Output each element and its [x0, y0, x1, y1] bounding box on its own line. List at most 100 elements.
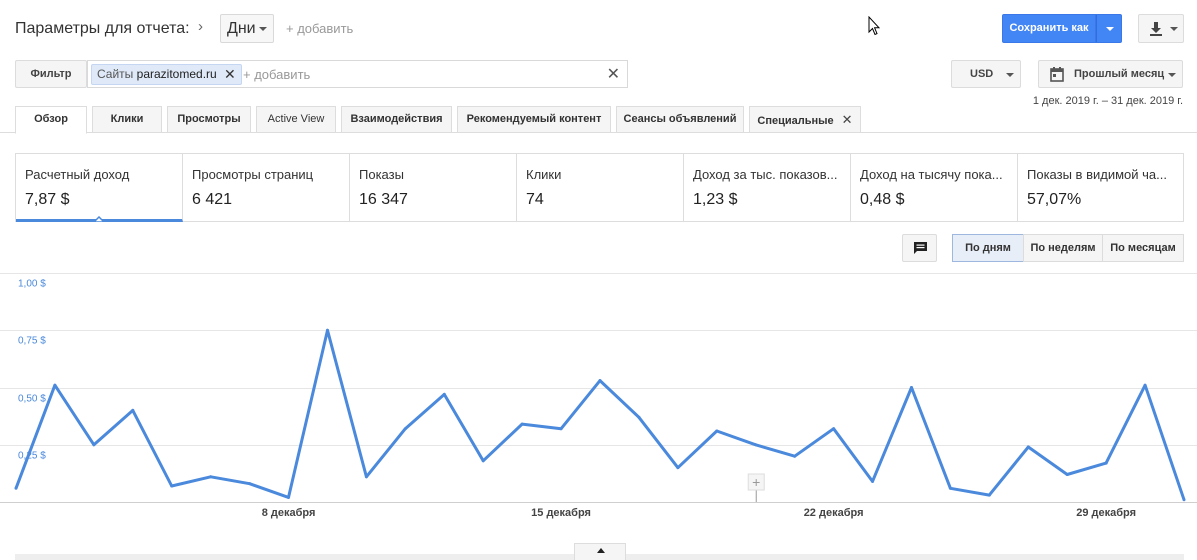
selected-notch-icon	[94, 216, 104, 222]
tab-views[interactable]: Просмотры	[167, 106, 251, 133]
y-tick-label: 0,25 $	[18, 451, 46, 462]
metric-value: 16 347	[359, 191, 408, 208]
metric-label: Показы в видимой ча...	[1027, 167, 1167, 182]
data-point	[520, 422, 524, 426]
caret-down-icon	[1168, 73, 1176, 77]
metric-label: Доход за тыс. показов...	[693, 167, 838, 182]
data-point	[442, 392, 446, 396]
data-point	[715, 429, 719, 433]
x-tick-label: 29 декабря	[1076, 507, 1136, 519]
metric-value: 57,07%	[1027, 191, 1082, 208]
chevron-right-icon: ›	[198, 18, 203, 35]
filter-chip-prefix: Сайты	[97, 67, 134, 81]
by-week-button[interactable]: По неделям	[1023, 234, 1103, 262]
tab-active-view[interactable]: Active View	[256, 106, 336, 133]
metrics-panel: Расчетный доход 7,87 $ Просмотры страниц…	[15, 153, 1184, 222]
tab-recommended-content[interactable]: Рекомендуемый контент	[457, 106, 611, 133]
currency-dropdown[interactable]: USD	[951, 60, 1021, 88]
caret-down-icon	[1006, 73, 1014, 77]
y-tick-label: 1,00 $	[18, 279, 46, 290]
download-button[interactable]	[1138, 14, 1184, 43]
data-point	[793, 454, 797, 458]
granularity-dropdown[interactable]: Дни	[220, 14, 274, 43]
clear-filter-icon[interactable]: ✕	[607, 64, 620, 84]
data-point	[832, 427, 836, 431]
data-point	[637, 415, 641, 419]
series-line-revenue	[14, 328, 1186, 501]
tab-interactions[interactable]: Взаимодействия	[341, 106, 452, 133]
annotations-button[interactable]	[902, 234, 937, 262]
granularity-value: Дни	[227, 20, 256, 37]
metric-card-rpm-impressions[interactable]: Доход за тыс. показов... 1,23 $	[684, 154, 851, 221]
metric-card-estimated-revenue[interactable]: Расчетный доход 7,87 $	[16, 154, 183, 222]
metric-card-page-views[interactable]: Просмотры страниц 6 421	[183, 154, 350, 221]
metric-label: Расчетный доход	[25, 167, 130, 182]
data-point	[1104, 461, 1108, 465]
filter-chip-value: parazitomed.ru	[136, 67, 217, 81]
metric-card-impressions[interactable]: Показы 16 347	[350, 154, 517, 221]
caret-down-icon	[259, 27, 267, 31]
metric-card-viewability[interactable]: Показы в видимой ча... 57,07%	[1018, 154, 1183, 221]
data-point	[131, 408, 135, 412]
calendar-icon	[1050, 67, 1064, 82]
by-month-button[interactable]: По месяцам	[1102, 234, 1184, 262]
data-point	[1065, 473, 1069, 477]
by-day-button[interactable]: По дням	[952, 234, 1024, 262]
data-point	[754, 443, 758, 447]
caret-up-icon	[597, 548, 605, 553]
plus-icon: +	[752, 474, 760, 490]
filter-bar[interactable]: Сайты parazitomed.ru ✕ + добавить ✕	[87, 60, 628, 88]
data-point	[14, 486, 18, 490]
mouse-cursor-icon	[868, 15, 881, 41]
metric-label: Просмотры страниц	[192, 167, 314, 182]
data-point	[364, 475, 368, 479]
data-point	[948, 486, 952, 490]
data-point	[481, 459, 485, 463]
x-tick-label: 8 декабря	[262, 507, 316, 519]
data-point	[1026, 445, 1030, 449]
save-as-dropdown-button[interactable]	[1096, 14, 1122, 43]
add-filter-link[interactable]: + добавить	[243, 67, 310, 82]
metric-card-clicks[interactable]: Клики 74	[517, 154, 684, 221]
caret-down-icon	[1106, 27, 1114, 31]
data-point	[287, 495, 291, 499]
revenue-line-chart[interactable]: 0,25 $ 0,50 $ 0,75 $ 1,00 $ 8 декабря 15 дека…	[0, 262, 1197, 527]
data-point	[559, 427, 563, 431]
metric-label: Клики	[526, 167, 562, 182]
tab-custom-label: Специальные	[757, 115, 834, 127]
x-tick-label: 15 декабря	[531, 507, 591, 519]
tab-ad-sessions[interactable]: Сеансы объявлений	[616, 106, 744, 133]
data-point	[325, 328, 329, 332]
data-point	[676, 466, 680, 470]
metric-label: Показы	[359, 167, 404, 182]
date-range-text: 1 дек. 2019 г. – 31 дек. 2019 г.	[1032, 95, 1183, 107]
data-point	[403, 427, 407, 431]
metric-value: 6 421	[192, 191, 233, 208]
date-range-dropdown[interactable]: Прошлый месяц	[1038, 60, 1183, 88]
y-tick-label: 0,75 $	[18, 336, 46, 347]
data-point	[248, 482, 252, 486]
filter-button[interactable]: Фильтр	[15, 60, 87, 88]
metric-card-page-rpm[interactable]: Доход на тысячу пока... 0,48 $	[851, 154, 1018, 221]
tab-clicks[interactable]: Клики	[92, 106, 162, 133]
data-point	[1182, 498, 1186, 502]
data-point	[209, 475, 213, 479]
data-point	[909, 386, 913, 389]
tab-custom[interactable]: Специальные ✕	[749, 106, 861, 133]
save-as-button[interactable]: Сохранить как	[1002, 14, 1096, 43]
metric-value: 0,48 $	[860, 191, 905, 208]
metric-value: 7,87 $	[25, 191, 70, 208]
tab-overview[interactable]: Обзор	[15, 106, 87, 134]
data-point	[53, 383, 57, 387]
data-point	[987, 493, 991, 497]
x-tick-label: 22 декабря	[804, 507, 864, 519]
add-dimension-link[interactable]: + добавить	[286, 21, 353, 36]
close-icon[interactable]: ✕	[842, 112, 853, 127]
close-icon[interactable]: ✕	[224, 65, 236, 84]
data-point	[871, 479, 875, 483]
currency-value: USD	[970, 68, 994, 80]
caret-down-icon	[1170, 27, 1178, 31]
data-point	[92, 443, 96, 447]
collapse-chart-button[interactable]	[574, 543, 626, 560]
filter-chip-sites[interactable]: Сайты parazitomed.ru ✕	[91, 64, 242, 85]
